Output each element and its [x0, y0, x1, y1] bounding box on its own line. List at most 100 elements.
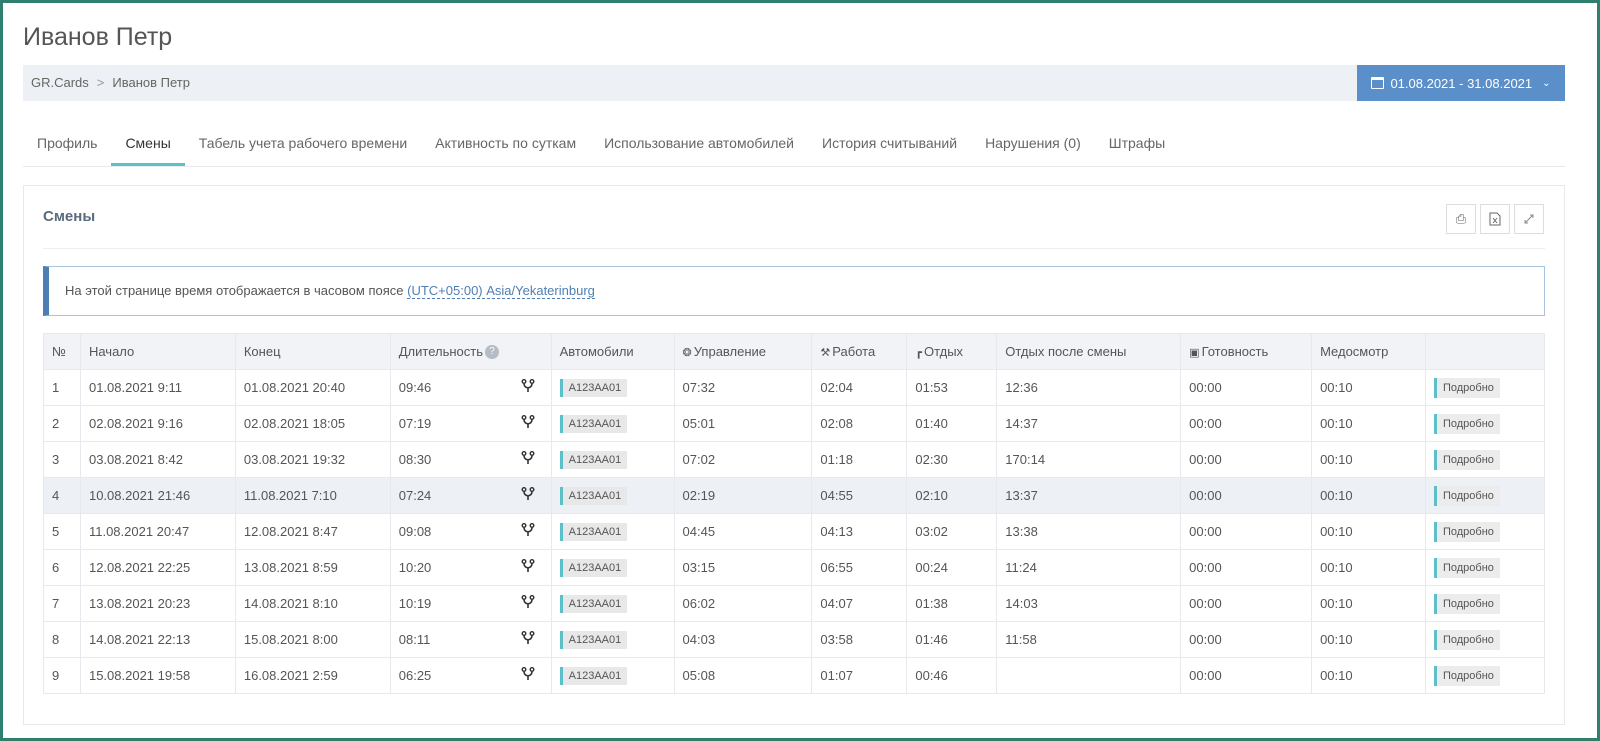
details-button[interactable]: Подробно: [1433, 665, 1500, 686]
route-icon[interactable]: [521, 450, 535, 469]
col-header-driving[interactable]: ❂ Управление: [673, 333, 813, 370]
cell-end: 03.08.2021 19:32: [234, 441, 391, 478]
col-header-duration-label: Длительность: [398, 343, 484, 359]
details-button[interactable]: Подробно: [1433, 557, 1500, 578]
timezone-link[interactable]: (UTC+05:00) Asia/Yekaterinburg: [407, 283, 595, 299]
cell-actions: Подробно: [1424, 585, 1546, 622]
cell-start: 15.08.2021 19:58: [79, 657, 236, 694]
print-button[interactable]: ⎙: [1446, 204, 1476, 234]
duration-wrap: 10:20: [399, 558, 543, 577]
tab-3[interactable]: Активность по суткам: [421, 125, 590, 163]
col-header-work-label: Работа: [832, 344, 876, 359]
cell-medical: 00:10: [1311, 369, 1426, 406]
expand-button[interactable]: [1514, 204, 1544, 234]
details-button[interactable]: Подробно: [1433, 449, 1500, 470]
details-button[interactable]: Подробно: [1433, 485, 1500, 506]
col-header-ready[interactable]: ▣ Готовность: [1180, 333, 1313, 370]
export-excel-button[interactable]: [1480, 204, 1510, 234]
car-badge[interactable]: A123AA01: [559, 522, 628, 541]
cell-end: 12.08.2021 8:47: [234, 513, 391, 550]
cell-work: 06:55: [811, 549, 908, 586]
col-header-duration[interactable]: Длительность?: [389, 333, 552, 370]
details-button[interactable]: Подробно: [1433, 521, 1500, 542]
car-badge[interactable]: A123AA01: [559, 486, 628, 505]
cell-driving: 05:08: [673, 657, 813, 694]
cell-rest: 03:02: [906, 513, 998, 550]
route-icon[interactable]: [521, 594, 535, 613]
breadcrumb-root-link[interactable]: GR.Cards: [31, 75, 89, 90]
duration-value: 09:08: [398, 524, 432, 539]
route-icon[interactable]: [521, 558, 535, 577]
route-icon[interactable]: [521, 378, 535, 397]
cell-rest-after: 13:38: [996, 513, 1182, 550]
cell-duration: 07:24: [389, 477, 552, 514]
timezone-alert: На этой странице время отображается в ча…: [43, 266, 1545, 316]
car-badge[interactable]: A123AA01: [559, 630, 628, 649]
route-icon[interactable]: [521, 666, 535, 685]
calendar-icon: [1371, 77, 1385, 89]
col-header-start[interactable]: Начало: [79, 333, 236, 370]
tab-6[interactable]: Нарушения (0): [971, 125, 1095, 163]
tab-4[interactable]: Использование автомобилей: [590, 125, 808, 163]
cell-rest-after: [996, 657, 1182, 694]
car-badge[interactable]: A123AA01: [559, 378, 628, 397]
tab-0[interactable]: Профиль: [23, 125, 111, 163]
cell-actions: Подробно: [1424, 621, 1546, 658]
cell-num: 9: [43, 657, 81, 694]
tab-7[interactable]: Штрафы: [1095, 125, 1179, 163]
help-icon[interactable]: ?: [485, 345, 500, 360]
cell-work: 01:07: [811, 657, 908, 694]
cell-ready: 00:00: [1180, 369, 1313, 406]
duration-wrap: 08:11: [399, 630, 543, 649]
cell-rest: 00:46: [906, 657, 998, 694]
details-button[interactable]: Подробно: [1433, 413, 1500, 434]
route-icon[interactable]: [521, 630, 535, 649]
cell-num: 2: [43, 405, 81, 442]
col-header-rest[interactable]: ┏ Отдых: [906, 333, 998, 370]
duration-wrap: 09:08: [398, 522, 543, 541]
col-header-rest-after[interactable]: Отдых после смены: [996, 333, 1182, 370]
cell-rest-after: 11:24: [996, 549, 1182, 586]
cell-start: 02.08.2021 9:16: [79, 405, 236, 442]
col-header-work[interactable]: ⚒ Работа: [811, 333, 908, 370]
col-header-driving-label: Управление: [693, 344, 767, 359]
duration-value: 10:19: [398, 596, 432, 611]
car-badge[interactable]: A123AA01: [559, 558, 628, 577]
cell-car: A123AA01: [550, 513, 675, 550]
cell-car: A123AA01: [550, 585, 675, 622]
col-header-end[interactable]: Конец: [234, 333, 391, 370]
details-button[interactable]: Подробно: [1433, 629, 1500, 650]
tab-1[interactable]: Смены: [111, 125, 185, 166]
table-row: 9 15.08.2021 19:58 16.08.2021 2:59 06:25 A12…: [43, 657, 1546, 694]
col-header-medical[interactable]: Медосмотр: [1311, 333, 1426, 370]
cell-actions: Подробно: [1424, 477, 1546, 514]
date-range-button[interactable]: 01.08.2021 - 31.08.2021 ⌄: [1357, 65, 1565, 101]
excel-icon: [1489, 212, 1501, 226]
route-icon[interactable]: [521, 486, 535, 505]
cell-start: 11.08.2021 20:47: [79, 513, 236, 550]
col-header-rest-label: Отдых: [923, 344, 964, 359]
panel-divider: [43, 248, 1545, 249]
details-button[interactable]: Подробно: [1433, 377, 1500, 398]
tab-5[interactable]: История считываний: [808, 125, 971, 163]
col-header-cars[interactable]: Автомобили: [550, 333, 675, 370]
route-icon[interactable]: [521, 414, 535, 433]
cell-actions: Подробно: [1424, 441, 1546, 478]
route-icon[interactable]: [521, 522, 535, 541]
cell-start: 10.08.2021 21:46: [79, 477, 236, 514]
car-badge[interactable]: A123AA01: [559, 450, 628, 469]
car-badge[interactable]: A123AA01: [559, 594, 628, 613]
car-badge[interactable]: A123AA01: [559, 666, 628, 685]
duration-wrap: 06:25: [399, 666, 543, 685]
duration-wrap: 08:30: [399, 450, 543, 469]
cell-num: 3: [43, 441, 81, 478]
table-row: 5 11.08.2021 20:47 12.08.2021 8:47 09:08 A12…: [43, 513, 1546, 550]
cell-actions: Подробно: [1424, 405, 1546, 442]
cell-driving: 03:15: [673, 549, 813, 586]
panel-toolbar: ⎙: [1446, 204, 1544, 234]
car-badge[interactable]: A123AA01: [559, 414, 628, 433]
details-button[interactable]: Подробно: [1433, 593, 1500, 614]
tab-2[interactable]: Табель учета рабочего времени: [185, 125, 421, 163]
breadcrumb-current: Иванов Петр: [112, 75, 190, 90]
col-header-ready-label: Готовность: [1201, 344, 1269, 359]
